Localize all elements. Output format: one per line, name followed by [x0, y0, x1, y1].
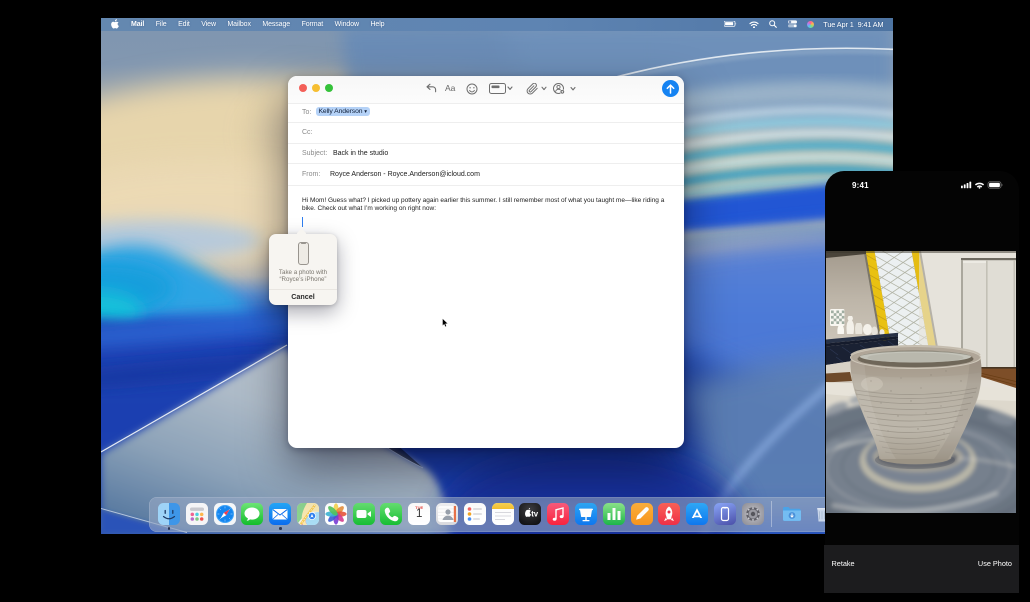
svg-text:tv: tv	[532, 509, 540, 518]
